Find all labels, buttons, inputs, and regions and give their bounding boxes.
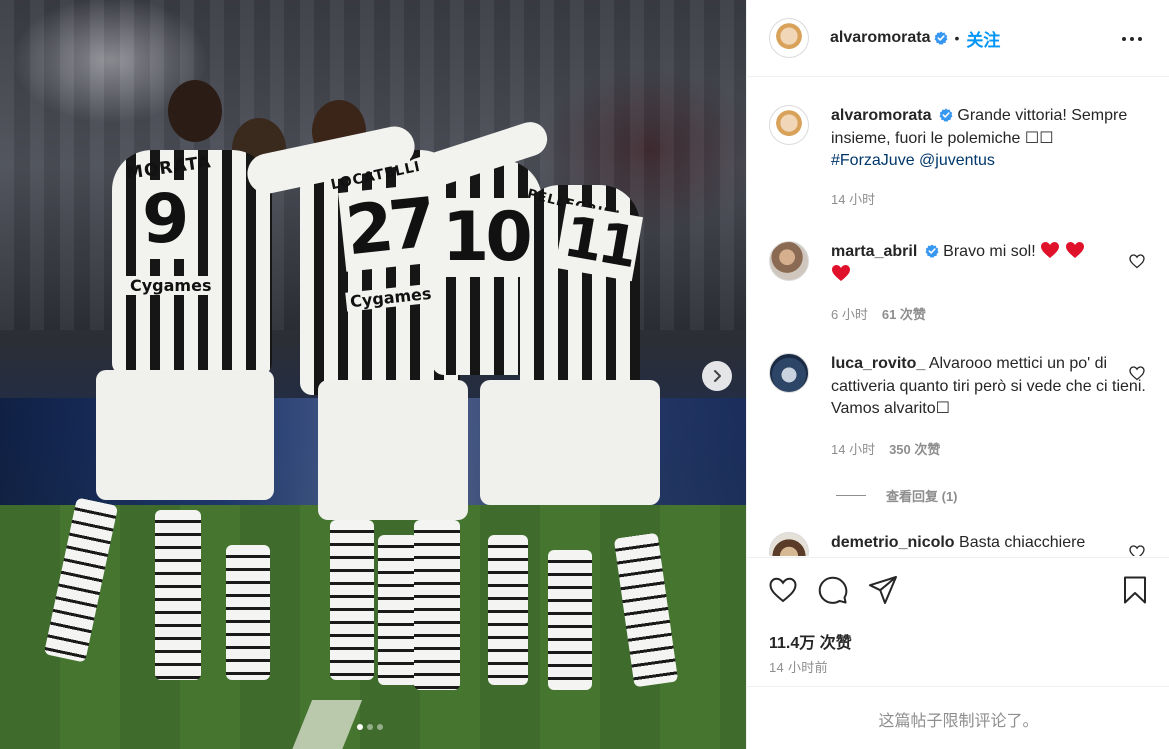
player-sock bbox=[488, 535, 528, 685]
comment-meta: 6 小时 61 次赞 bbox=[831, 304, 1146, 323]
caption-time[interactable]: 14 小时 bbox=[831, 189, 875, 208]
avatar[interactable] bbox=[769, 18, 809, 58]
view-replies-label: 查看回复 (1) bbox=[886, 489, 958, 504]
avatar[interactable] bbox=[769, 105, 809, 145]
comment-username[interactable]: luca_rovito_ bbox=[831, 355, 925, 372]
player-shorts bbox=[96, 370, 274, 500]
player-head bbox=[168, 80, 222, 142]
author-username[interactable]: alvaromorata bbox=[830, 29, 931, 47]
follow-button[interactable]: 关注 bbox=[966, 26, 1000, 51]
avatar[interactable] bbox=[769, 532, 809, 556]
caption-glyphs: ☐☐ bbox=[1024, 129, 1054, 147]
post-photo[interactable]: MORATA PELLEGRINI LOCATELLI 9 27 10 11 C… bbox=[0, 0, 746, 749]
player-morata-shirt bbox=[112, 150, 272, 375]
comment-bubble-icon[interactable] bbox=[817, 574, 849, 606]
comment-likes[interactable]: 61 次赞 bbox=[882, 304, 926, 323]
comment-username[interactable]: demetrio_nicolo bbox=[831, 534, 955, 551]
view-replies-button[interactable]: 查看回复 (1) bbox=[836, 486, 958, 505]
comments-limited-notice: 这篇帖子限制评论了。 bbox=[747, 686, 1169, 749]
hashtag-link[interactable]: #ForzaJuve bbox=[831, 152, 915, 169]
comment-time[interactable]: 6 小时 bbox=[831, 304, 868, 323]
shirt-number: 9 bbox=[138, 180, 189, 259]
more-options-button[interactable] bbox=[1120, 28, 1144, 48]
player-shorts bbox=[318, 380, 468, 520]
heart-outline-icon[interactable] bbox=[1129, 544, 1145, 556]
carousel-next-button[interactable] bbox=[702, 361, 732, 391]
comments-list[interactable]: alvaromorata Grande vittoria! Sempre ins… bbox=[747, 78, 1169, 556]
comment-text: demetrio_nicolo Basta chiacchiere bbox=[831, 532, 1146, 555]
carousel-dot bbox=[367, 724, 373, 730]
post-header: alvaromorata • 关注 bbox=[747, 0, 1169, 77]
heart-outline-icon[interactable] bbox=[1129, 253, 1145, 269]
caption-meta: 14 小时 bbox=[831, 189, 1146, 208]
carousel-dot bbox=[377, 724, 383, 730]
post-actions: 11.4万 次赞 14 小时前 这篇帖子限制评论了。 bbox=[747, 557, 1169, 749]
avatar[interactable] bbox=[769, 241, 809, 281]
red-heart-emoji-icon bbox=[1041, 242, 1060, 258]
post-time[interactable]: 14 小时前 bbox=[769, 657, 828, 676]
paper-plane-icon[interactable] bbox=[867, 574, 899, 606]
avatar[interactable] bbox=[769, 353, 809, 393]
player-sock bbox=[330, 520, 374, 680]
comment-body: Basta chiacchiere bbox=[959, 534, 1086, 551]
comment-body: Bravo mi sol! bbox=[943, 243, 1041, 260]
header-user: alvaromorata • 关注 bbox=[830, 26, 1000, 51]
bookmark-icon[interactable] bbox=[1119, 574, 1151, 606]
comment-text: luca_rovito_ Alvarooo mettici un po' di … bbox=[831, 353, 1146, 421]
comments-limited-text: 这篇帖子限制评论了。 bbox=[878, 712, 1039, 730]
caption: alvaromorata Grande vittoria! Sempre ins… bbox=[769, 105, 1149, 208]
shirt-number: 11 bbox=[554, 203, 643, 282]
separator-dot: • bbox=[954, 30, 960, 46]
likes-count[interactable]: 11.4万 次赞 bbox=[769, 629, 852, 653]
post-side-panel: alvaromorata • 关注 alvaromorata Grande vi… bbox=[746, 0, 1169, 749]
more-horizontal-icon bbox=[1122, 37, 1126, 41]
chevron-right-icon bbox=[714, 370, 721, 382]
comment-time[interactable]: 14 小时 bbox=[831, 439, 875, 458]
player-sock bbox=[548, 550, 592, 690]
comment-meta: 14 小时 350 次赞 bbox=[831, 439, 1146, 458]
player-sock bbox=[226, 545, 270, 680]
player-sock bbox=[414, 520, 460, 690]
comment-item: demetrio_nicolo Basta chiacchiere bbox=[769, 532, 1149, 556]
red-heart-emoji-icon bbox=[832, 264, 850, 281]
comment-likes[interactable]: 350 次赞 bbox=[889, 439, 940, 458]
player-sock bbox=[378, 535, 418, 685]
comment-item: marta_abril Bravo mi sol! 6 小时 61 次赞 bbox=[769, 241, 1149, 323]
shirt-number: 10 bbox=[438, 198, 533, 277]
heart-outline-icon[interactable] bbox=[767, 574, 799, 606]
heart-outline-icon[interactable] bbox=[1129, 365, 1145, 381]
verified-badge-icon bbox=[925, 244, 939, 258]
player-sock bbox=[155, 510, 201, 680]
player-shorts bbox=[480, 380, 660, 505]
shirt-sponsor: Cygames bbox=[126, 276, 216, 295]
replies-divider bbox=[836, 495, 866, 496]
comment-item: luca_rovito_ Alvarooo mettici un po' di … bbox=[769, 353, 1149, 458]
shirt-number: 27 bbox=[338, 183, 441, 272]
verified-badge-icon bbox=[939, 108, 953, 122]
caption-username[interactable]: alvaromorata bbox=[831, 107, 932, 124]
mention-link[interactable]: @juventus bbox=[919, 152, 995, 169]
carousel-dot bbox=[357, 724, 363, 730]
comment-text: marta_abril Bravo mi sol! bbox=[831, 241, 1146, 286]
comment-username[interactable]: marta_abril bbox=[831, 243, 917, 260]
caption-text: alvaromorata Grande vittoria! Sempre ins… bbox=[831, 105, 1146, 173]
carousel-dots bbox=[357, 724, 383, 730]
red-heart-emoji-icon bbox=[1065, 242, 1084, 258]
verified-badge-icon bbox=[934, 31, 947, 45]
